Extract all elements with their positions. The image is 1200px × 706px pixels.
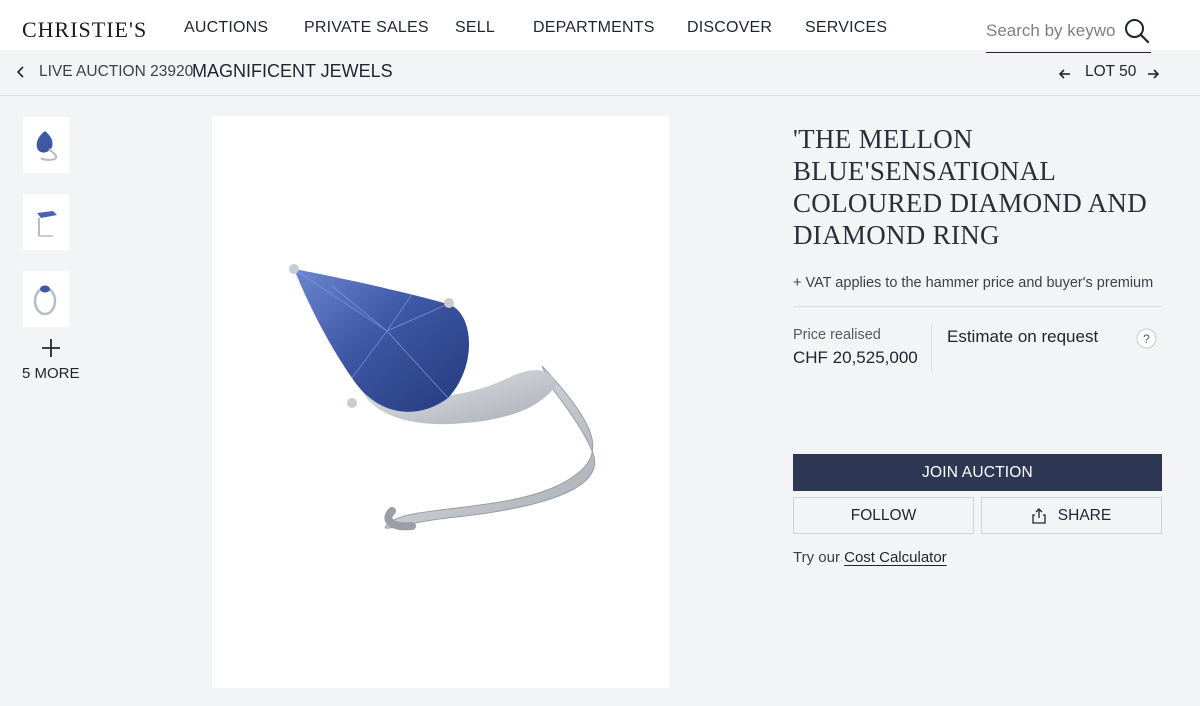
breadcrumb-auction-title[interactable]: MAGNIFICENT JEWELS xyxy=(192,61,393,82)
breadcrumb-auction-number[interactable]: LIVE AUCTION 23920 xyxy=(39,63,193,81)
share-icon xyxy=(1032,507,1046,524)
vertical-divider xyxy=(931,324,932,372)
price-realised-value: CHF 20,525,000 xyxy=(793,348,918,367)
next-lot-icon[interactable] xyxy=(1144,65,1162,83)
search-icon[interactable] xyxy=(1124,18,1150,44)
divider xyxy=(793,306,1162,307)
help-icon[interactable]: ? xyxy=(1136,328,1157,349)
price-realised-label: Price realised xyxy=(793,327,881,343)
chevron-left-icon[interactable] xyxy=(12,62,30,82)
cost-calculator-link[interactable]: Cost Calculator xyxy=(844,549,947,566)
share-button[interactable]: SHARE xyxy=(981,497,1162,534)
thumbnail-ring-front[interactable] xyxy=(23,117,69,173)
main-lot-image[interactable] xyxy=(212,116,669,688)
christies-logo[interactable]: CHRISTIE'S xyxy=(22,17,147,43)
lot-title: 'THE MELLON BLUE'SENSATIONAL COLOURED DI… xyxy=(793,124,1147,250)
thumbnail-ring-side[interactable] xyxy=(23,194,69,250)
lot-number: LOT 50 xyxy=(1085,63,1137,80)
ring-top-thumbnail-icon xyxy=(33,285,57,316)
top-navigation: CHRISTIE'S AUCTIONS PRIVATE SALES SELL D… xyxy=(0,0,1200,53)
share-label: SHARE xyxy=(1057,506,1112,524)
calc-prefix: Try our xyxy=(793,549,840,566)
cost-calculator-row: Try our Cost Calculator xyxy=(793,549,947,566)
follow-label: FOLLOW xyxy=(850,506,917,524)
nav-auctions[interactable]: AUCTIONS xyxy=(184,19,268,37)
thumbnail-ring-top[interactable] xyxy=(23,271,69,327)
vat-note: + VAT applies to the hammer price and bu… xyxy=(793,275,1154,291)
more-images-label[interactable]: 5 MORE xyxy=(22,365,80,382)
search-box xyxy=(986,12,1151,53)
estimate-label: Estimate on request xyxy=(947,327,1099,346)
ring-front-thumbnail-icon xyxy=(36,131,58,161)
join-auction-button[interactable]: JOIN AUCTION xyxy=(793,454,1162,491)
nav-departments[interactable]: DEPARTMENTS xyxy=(533,19,655,37)
nav-private-sales[interactable]: PRIVATE SALES xyxy=(304,19,429,37)
breadcrumb: LIVE AUCTION 23920 MAGNIFICENT JEWELS LO… xyxy=(0,50,1200,96)
nav-discover[interactable]: DISCOVER xyxy=(687,19,772,37)
nav-sell[interactable]: SELL xyxy=(455,19,495,37)
plus-icon[interactable] xyxy=(39,336,63,360)
previous-lot-icon[interactable] xyxy=(1056,65,1074,83)
ring-side-thumbnail-icon xyxy=(37,211,57,237)
nav-services[interactable]: SERVICES xyxy=(805,19,887,37)
search-input[interactable] xyxy=(986,18,1116,44)
svg-text:?: ? xyxy=(1143,332,1150,346)
follow-button[interactable]: FOLLOW xyxy=(793,497,974,534)
blue-diamond-ring-image xyxy=(289,264,596,531)
